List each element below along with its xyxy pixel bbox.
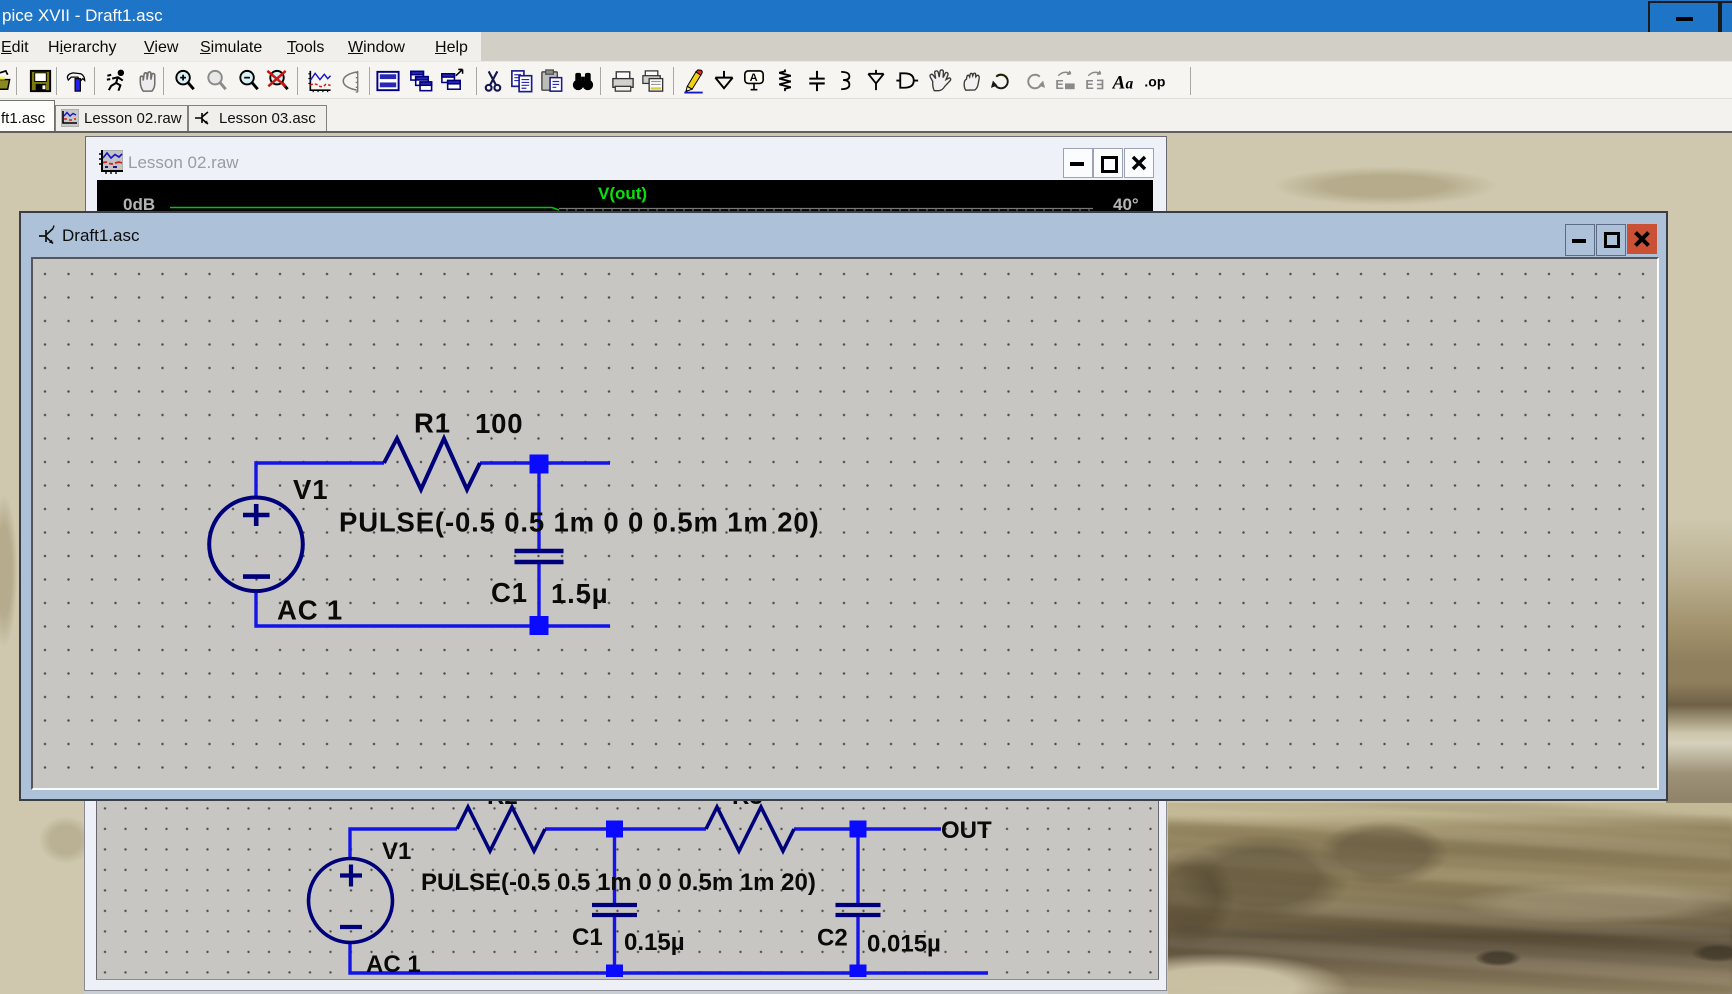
svg-text:AC 1: AC 1 xyxy=(366,951,421,977)
svg-text:A: A xyxy=(1112,72,1125,93)
svg-text:OUT: OUT xyxy=(941,817,992,844)
svg-text:∃: ∃ xyxy=(1096,78,1104,92)
svg-text:R1: R1 xyxy=(414,408,451,439)
svg-text:1.5µ: 1.5µ xyxy=(551,578,608,609)
svg-text:100: 100 xyxy=(475,408,523,439)
svg-text:C1: C1 xyxy=(572,924,603,951)
svg-text:V1: V1 xyxy=(293,474,328,505)
svg-text:E: E xyxy=(1055,78,1063,92)
svg-text:0.15µ: 0.15µ xyxy=(624,929,685,956)
svg-text:V1: V1 xyxy=(382,838,411,865)
svg-text:PULSE(-0.5 0.5 1m 0 0 0.5m 1m: PULSE(-0.5 0.5 1m 0 0 0.5m 1m 20) xyxy=(339,507,820,538)
svg-text:.op: .op xyxy=(1144,73,1165,89)
svg-text:C1: C1 xyxy=(491,577,528,608)
svg-text:A: A xyxy=(750,72,758,84)
svg-text:PULSE(-0.5 0.5 1m 0 0 0.5m 1m: PULSE(-0.5 0.5 1m 0 0 0.5m 1m 20) xyxy=(421,869,816,896)
svg-text:AC 1: AC 1 xyxy=(277,595,343,626)
svg-text:0.015µ: 0.015µ xyxy=(867,931,941,958)
svg-text:C2: C2 xyxy=(817,925,848,952)
svg-text:E: E xyxy=(1085,78,1093,92)
svg-text:a: a xyxy=(1125,75,1133,92)
